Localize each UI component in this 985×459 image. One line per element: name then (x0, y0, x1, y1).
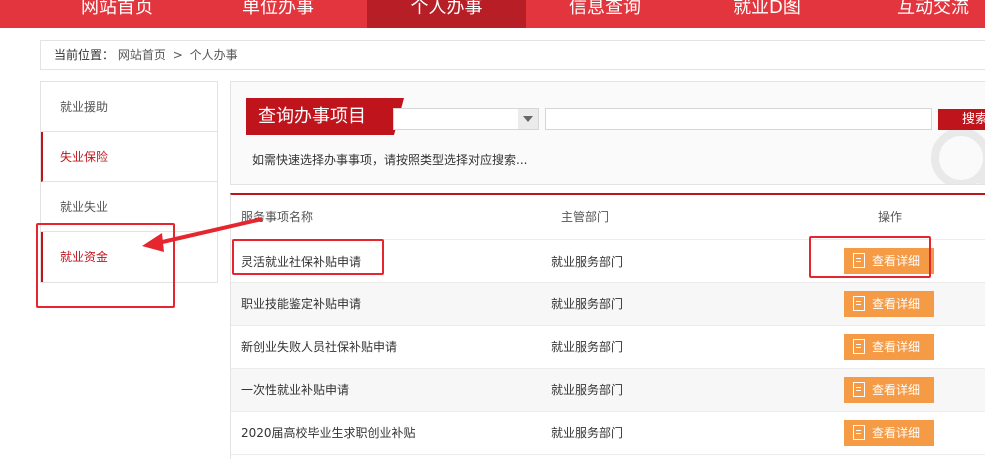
nav-item-unit[interactable]: 单位办事 (218, 0, 338, 28)
breadcrumb-home-link[interactable]: 网站首页 (118, 48, 166, 62)
search-watermark-icon (931, 128, 985, 184)
search-input[interactable] (545, 108, 932, 130)
table-row: 一次性就业补贴申请 就业服务部门 查看详细 (231, 369, 985, 412)
view-details-button[interactable]: 查看详细 (844, 291, 934, 317)
document-icon (853, 296, 865, 311)
row-name-link[interactable]: 新创业失败人员社保补贴申请 (241, 326, 397, 369)
breadcrumb: 当前位置： 网站首页 > 个人办事 (40, 40, 985, 70)
sidebar-item-employment-unemployment[interactable]: 就业失业 (41, 182, 217, 232)
sidebar-item-unemployment-insurance[interactable]: 失业保险 (41, 132, 217, 182)
breadcrumb-current: 个人办事 (189, 48, 238, 62)
table-row: 2020届高校毕业生求职创业补贴 就业服务部门 查看详细 (231, 412, 985, 455)
view-details-button[interactable]: 查看详细 (844, 420, 934, 446)
nav-item-interact[interactable]: 互动交流 (878, 0, 985, 28)
nav-item-personal[interactable]: 个人办事 (367, 0, 526, 28)
sidebar: 就业援助 失业保险 就业失业 就业资金 (40, 81, 218, 283)
document-icon (853, 339, 865, 354)
document-icon (853, 425, 865, 440)
sidebar-item-employment-aid[interactable]: 就业援助 (41, 82, 217, 132)
breadcrumb-prefix: 当前位置： (54, 48, 115, 62)
table-row: 新创业失败人员社保补贴申请 就业服务部门 查看详细 (231, 326, 985, 369)
document-icon (853, 253, 865, 268)
search-title: 查询办事项目 (246, 98, 404, 135)
view-details-label: 查看详细 (872, 254, 921, 268)
chevron-down-icon[interactable] (518, 109, 538, 129)
table-row: 灵活就业社保补贴申请 就业服务部门 查看详细 (231, 240, 985, 283)
view-details-label: 查看详细 (872, 297, 921, 311)
nav-item-home[interactable]: 网站首页 (62, 0, 172, 28)
row-dept: 就业服务部门 (551, 426, 624, 440)
category-select[interactable] (393, 108, 539, 130)
search-hint: 如需快速选择办事事项，请按照类型选择对应搜索... (252, 153, 528, 167)
view-details-button[interactable]: 查看详细 (844, 334, 934, 360)
row-dept: 就业服务部门 (551, 383, 624, 397)
view-details-button[interactable]: 查看详细 (844, 248, 934, 274)
header-dept: 主管部门 (561, 210, 610, 224)
view-details-label: 查看详细 (872, 426, 921, 440)
row-dept: 就业服务部门 (551, 255, 624, 269)
row-dept: 就业服务部门 (551, 297, 624, 311)
table-header: 服务事项名称 主管部门 操作 (231, 195, 985, 240)
header-op: 操作 (878, 210, 903, 224)
document-icon (853, 382, 865, 397)
header-name: 服务事项名称 (241, 210, 314, 224)
breadcrumb-separator: > (172, 48, 183, 62)
row-name-link[interactable]: 2020届高校毕业生求职创业补贴 (241, 412, 416, 455)
row-name-link[interactable]: 灵活就业社保补贴申请 (241, 241, 361, 284)
view-details-button[interactable]: 查看详细 (844, 377, 934, 403)
row-dept: 就业服务部门 (551, 340, 624, 354)
nav-item-query[interactable]: 信息查询 (550, 0, 660, 28)
service-table: 服务事项名称 主管部门 操作 灵活就业社保补贴申请 就业服务部门 查看详细 职业… (230, 193, 985, 459)
row-name-link[interactable]: 一次性就业补贴申请 (241, 369, 349, 412)
view-details-label: 查看详细 (872, 383, 921, 397)
table-row: 职业技能鉴定补贴申请 就业服务部门 查看详细 (231, 283, 985, 326)
view-details-label: 查看详细 (872, 340, 921, 354)
sidebar-item-employment-funds[interactable]: 就业资金 (41, 232, 217, 282)
nav-item-map[interactable]: 就业D图 (712, 0, 822, 28)
row-name-link[interactable]: 职业技能鉴定补贴申请 (241, 283, 361, 326)
search-button[interactable]: 搜索 (938, 109, 985, 130)
search-panel: 查询办事项目 搜索 如需快速选择办事事项，请按照类型选择对应搜索... (230, 81, 985, 185)
top-nav: 网站首页 单位办事 个人办事 信息查询 就业D图 互动交流 (0, 0, 985, 28)
